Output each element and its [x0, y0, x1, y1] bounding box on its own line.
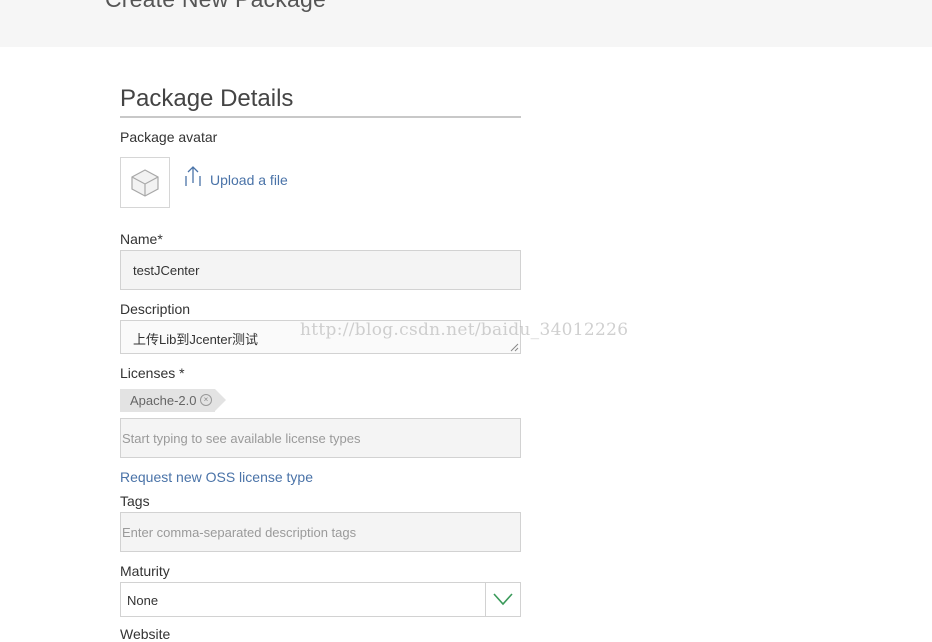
section-title: Package Details: [120, 85, 294, 112]
maturity-select[interactable]: None: [120, 582, 521, 617]
package-box-icon: [131, 169, 159, 197]
maturity-value: None: [127, 593, 159, 608]
chevron-down-icon: [493, 593, 513, 606]
description-value: 上传Lib到Jcenter测试: [133, 332, 258, 347]
tags-input[interactable]: Enter comma-separated description tags: [120, 512, 521, 552]
maturity-label: Maturity: [120, 563, 170, 579]
upload-icon: [185, 166, 201, 186]
licenses-label: Licenses *: [120, 365, 185, 381]
remove-license-icon[interactable]: ×: [200, 394, 212, 406]
avatar-preview: [120, 157, 170, 208]
description-label: Description: [120, 301, 191, 317]
section-divider: [120, 116, 521, 118]
page-title: Create New Package: [105, 0, 326, 13]
license-chip-label: Apache-2.0: [130, 393, 197, 408]
page-header: Create New Package: [0, 0, 932, 47]
upload-file-label: Upload a file: [210, 172, 288, 188]
tags-placeholder: Enter comma-separated description tags: [122, 525, 357, 540]
website-label: Website: [120, 626, 171, 642]
license-chip: Apache-2.0 ×: [120, 389, 226, 412]
license-search-placeholder: Start typing to see available license ty…: [122, 431, 361, 446]
request-license-link[interactable]: Request new OSS license type: [120, 469, 313, 485]
name-label: Name*: [120, 231, 163, 247]
avatar-label: Package avatar: [120, 129, 218, 145]
watermark-text: http://blog.csdn.net/baidu_34012226: [300, 320, 629, 340]
resize-grip-icon[interactable]: [510, 343, 519, 352]
name-input-value: testJCenter: [133, 263, 200, 278]
name-input[interactable]: testJCenter: [120, 250, 521, 290]
maturity-dropdown-button[interactable]: [485, 583, 520, 616]
license-search-input[interactable]: Start typing to see available license ty…: [120, 418, 521, 458]
tags-label: Tags: [120, 493, 150, 509]
upload-file-button[interactable]: Upload a file: [184, 165, 288, 189]
